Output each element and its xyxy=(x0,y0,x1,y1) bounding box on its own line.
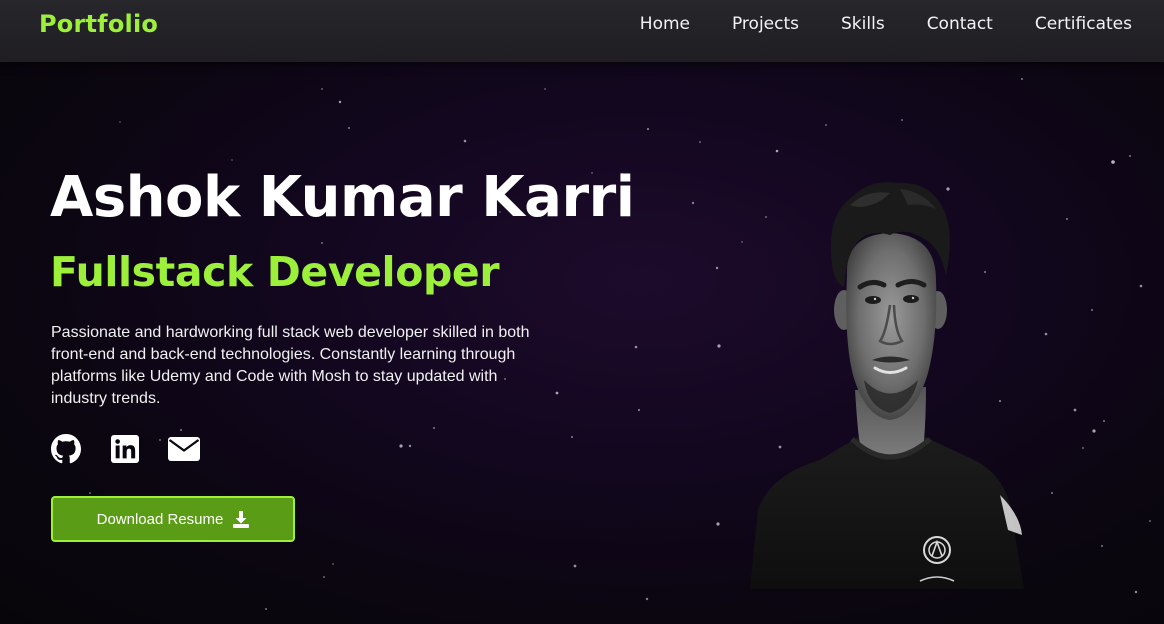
hero-role: Fullstack Developer xyxy=(50,248,500,296)
nav-link-certificates[interactable]: Certificates xyxy=(1035,14,1132,34)
navbar: Portfolio Home Projects Skills Contact C… xyxy=(0,0,1164,62)
hero-name: Ashok Kumar Karri xyxy=(50,165,635,230)
download-icon xyxy=(233,510,250,528)
social-links xyxy=(50,434,227,464)
profile-portrait xyxy=(750,182,1024,589)
nav-link-projects[interactable]: Projects xyxy=(732,14,799,34)
linkedin-icon[interactable] xyxy=(109,434,141,464)
hero-description: Passionate and hardworking full stack we… xyxy=(51,324,530,407)
nav-link-home[interactable]: Home xyxy=(640,14,690,34)
github-icon[interactable] xyxy=(50,434,82,464)
nav-links: Home Projects Skills Contact Certificate… xyxy=(640,14,1132,34)
download-resume-button[interactable]: Download Resume xyxy=(51,496,295,542)
brand-logo[interactable]: Portfolio xyxy=(39,10,158,38)
download-resume-label: Download Resume xyxy=(96,510,224,528)
portfolio-page: Portfolio Home Projects Skills Contact C… xyxy=(0,0,1164,624)
email-icon[interactable] xyxy=(168,434,200,464)
nav-link-skills[interactable]: Skills xyxy=(841,14,885,34)
nav-link-contact[interactable]: Contact xyxy=(927,14,993,34)
